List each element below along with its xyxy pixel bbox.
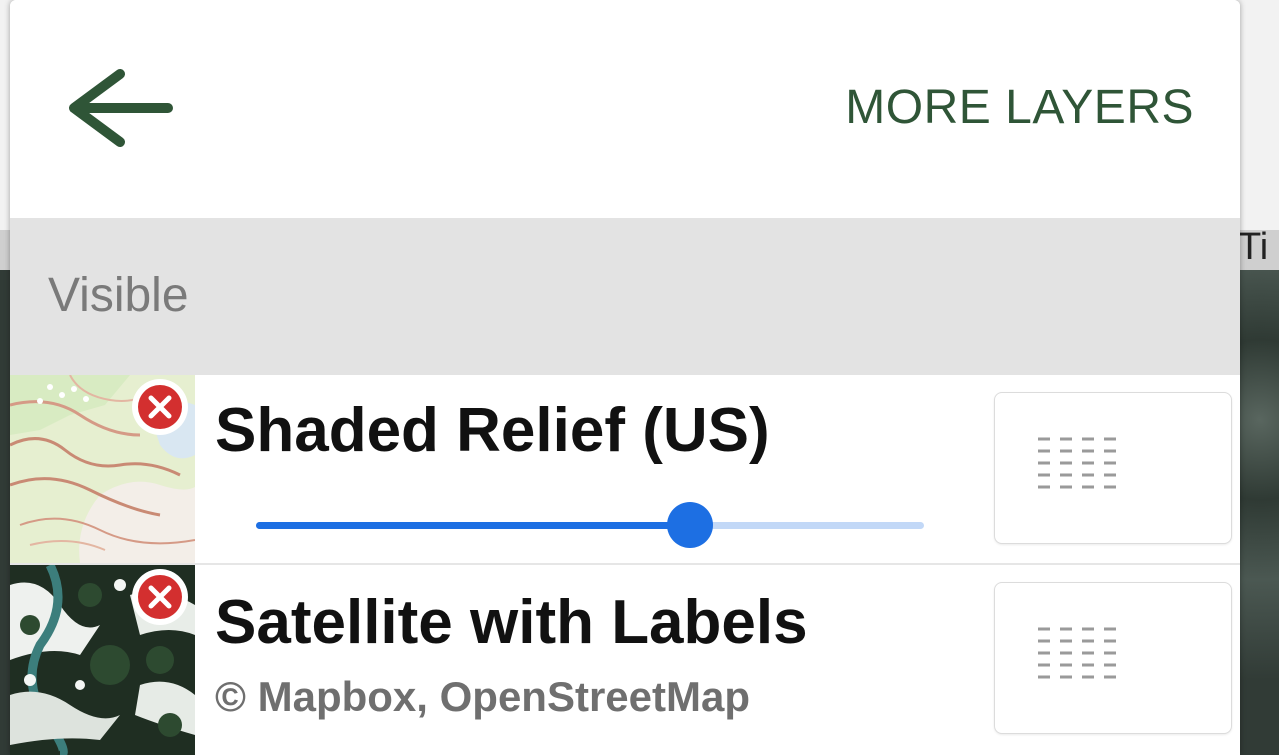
layer-name: Shaded Relief (US)	[215, 396, 770, 465]
layers-panel: MORE LAYERS Visible Shaded Relief (US) S…	[10, 0, 1240, 755]
arrow-left-icon	[69, 69, 173, 147]
opacity-slider[interactable]	[256, 502, 924, 548]
more-layers-button[interactable]: MORE LAYERS	[845, 80, 1194, 135]
layer-attribution: © Mapbox, OpenStreetMap	[215, 673, 751, 720]
grip-icon	[1038, 627, 1116, 679]
section-title: Visible	[48, 269, 189, 322]
grip-icon	[1038, 437, 1116, 489]
drag-handle[interactable]	[994, 582, 1232, 734]
layer-name: Satellite with Labels	[215, 588, 808, 657]
remove-layer-button[interactable]	[132, 379, 188, 435]
visible-section-header	[10, 218, 1240, 375]
back-button[interactable]	[60, 60, 180, 156]
layer-row-shaded-relief: Shaded Relief (US)	[10, 375, 1240, 563]
slider-thumb[interactable]	[667, 502, 714, 548]
slider-fill	[256, 522, 691, 529]
layer-row-satellite-labels: Satellite with Labels © Mapbox, OpenStre…	[10, 565, 1240, 755]
panel-header: MORE LAYERS	[10, 0, 1240, 218]
drag-handle[interactable]	[994, 392, 1232, 544]
close-circle-icon	[133, 380, 187, 434]
background-partial-text: Ti	[1238, 226, 1269, 268]
close-circle-icon	[133, 570, 187, 624]
remove-layer-button[interactable]	[132, 569, 188, 625]
